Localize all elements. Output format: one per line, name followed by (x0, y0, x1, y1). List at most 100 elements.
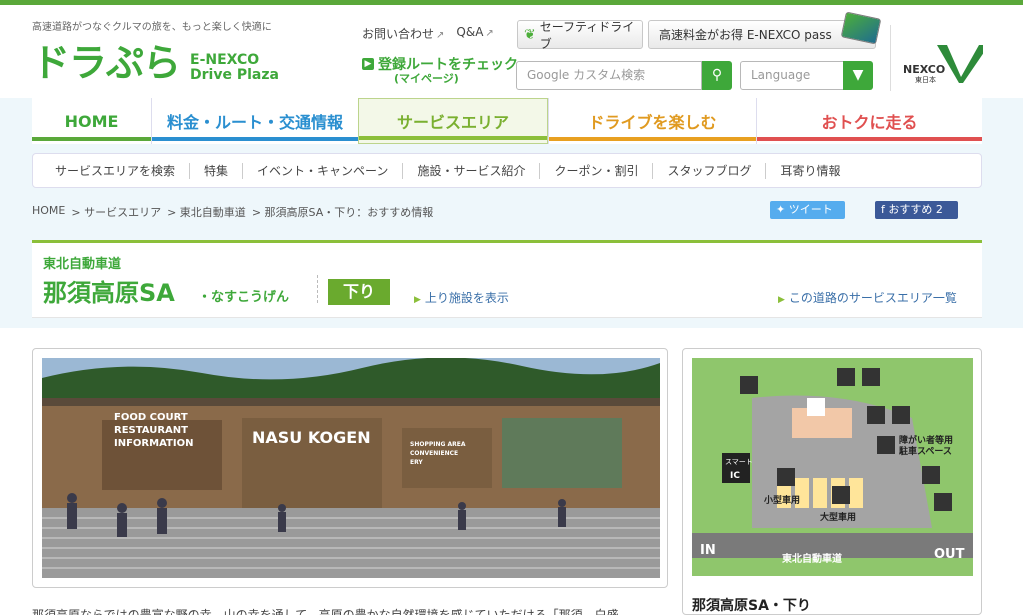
facebook-like-button[interactable]: f おすすめ 2 (875, 201, 958, 219)
tab-home[interactable]: HOME (32, 98, 151, 144)
map-label-road: 東北自動車道 (782, 552, 842, 565)
search-input[interactable]: Google カスタム検索 (516, 61, 702, 90)
tab-home-label: HOME (64, 111, 119, 131)
breadcrumb-home[interactable]: HOME (32, 204, 65, 220)
route-check-sub: (マイページ) (394, 72, 459, 85)
safety-drive-label: セーフティドライブ (539, 19, 635, 51)
logo-jp: ドラぷら (32, 41, 181, 85)
map-label-out: OUT (934, 547, 965, 562)
route-check-label: 登録ルートをチェック (378, 57, 518, 73)
road-sa-list-link[interactable]: ▶ この道路のサービスエリア一覧 (778, 289, 957, 306)
twitter-icon: ✦ (776, 203, 789, 216)
tab-underline (757, 137, 982, 141)
tab-fare-label: 料金・ルート・交通情報 (166, 113, 343, 132)
arrow-down-icon: ▼ (852, 67, 864, 83)
sa-facility-map[interactable]: 障がい者等用 駐車スペース 小型車用 大型車用 スマート IC IN OUT 東… (692, 358, 973, 576)
map-label-large: 大型車用 (820, 511, 856, 523)
sign-main: NASU KOGEN (252, 428, 371, 447)
sprout-icon: ❦ (524, 26, 536, 43)
logo-en-line2: Drive Plaza (190, 67, 279, 83)
safety-drive-button[interactable]: ❦ セーフティドライブ (517, 19, 643, 51)
logo-en: E-NEXCO Drive Plaza (190, 53, 279, 83)
sign-left-1: FOOD COURT (114, 412, 188, 423)
external-link-icon: ↗ (485, 28, 494, 39)
triangle-right-icon: ▶ (414, 295, 421, 305)
qa-link[interactable]: Q&A ↗ (456, 25, 493, 42)
sa-description: 那須高原ならではの豊富な野の幸、山の幸を通して、高原の豊かな自然環境を感じていた… (32, 608, 619, 615)
nexco-pass-label: 高速料金がお得 E-NEXCO pass (659, 28, 832, 42)
nexco-pass-button[interactable]: 高速料金がお得 E-NEXCO pass (648, 11, 882, 49)
contact-link[interactable]: お問い合わせ ↗ (362, 25, 444, 42)
show-up-facility-link[interactable]: ▶ 上り施設を表示 (414, 289, 509, 306)
map-label-smart: スマート (725, 458, 753, 466)
map-label-in: IN (700, 543, 716, 558)
map-label-ic: IC (730, 471, 740, 481)
arrow-right-icon: ▶ (362, 58, 374, 70)
sa-building-image: NASU KOGEN FOOD COURT RESTAURANT INFORMA… (42, 358, 660, 578)
tab-discount[interactable]: おトクに走る (756, 98, 982, 144)
direction-badge: 下り (328, 279, 390, 305)
subnav-item-staff-blog[interactable]: スタッフブログ (653, 162, 767, 179)
sign-right-1: SHOPPING AREA (410, 441, 466, 448)
map-label-disabled-2: 駐車スペース (899, 445, 952, 457)
fb-label: おすすめ 2 (888, 203, 943, 216)
tab-discount-label: おトクに走る (821, 113, 918, 132)
sa-title-bar: 東北自動車道 那須高原SA ・なすこうげん 下り ▶ 上り施設を表示 ▶ この道路の… (32, 240, 982, 318)
subnav-item-events[interactable]: イベント・キャンペーン (243, 162, 404, 179)
sa-photo-card: NASU KOGEN FOOD COURT RESTAURANT INFORMA… (32, 348, 668, 588)
language-dropdown-button[interactable]: ▼ (843, 61, 873, 90)
utility-links: お問い合わせ ↗ Q&A ↗ (362, 25, 494, 42)
subnav-item-coupons[interactable]: クーポン・割引 (540, 162, 654, 179)
search-button[interactable]: ⚲ (702, 61, 732, 90)
tweet-button[interactable]: ✦ ツイート (770, 201, 845, 219)
site-logo[interactable]: ドラぷら E-NEXCO Drive Plaza (32, 43, 279, 83)
tab-underline (549, 137, 756, 141)
site-header: 高速道路がつなぐクルマの旅を、もっと楽しく快適に ドラぷら E-NEXCO Dr… (0, 5, 1023, 98)
nexco-logo[interactable]: NEXCO 東日本 (890, 25, 990, 91)
tab-fare-route-traffic[interactable]: 料金・ルート・交通情報 (151, 98, 358, 144)
sa-name: 那須高原SA (43, 279, 175, 307)
subnav-item-feature[interactable]: 特集 (190, 162, 244, 179)
tab-service-area[interactable]: サービスエリア (358, 98, 548, 144)
sign-right-2: CONVENIENCE (410, 450, 458, 457)
sa-photo: NASU KOGEN FOOD COURT RESTAURANT INFORMA… (42, 358, 660, 578)
link-list-label: この道路のサービスエリア一覧 (788, 291, 957, 305)
tab-service-area-label: サービスエリア (396, 113, 509, 132)
map-label-disabled: 障がい者等用 (899, 434, 953, 446)
road-name: 東北自動車道 (43, 257, 122, 272)
tab-underline (359, 136, 547, 140)
breadcrumb-service-area[interactable]: > サービスエリア (71, 204, 161, 220)
tab-underline (152, 137, 358, 141)
tab-underline (32, 137, 151, 141)
sign-right-3: ERY (410, 459, 423, 466)
breadcrumb: HOME > サービスエリア > 東北自動車道 > 那須高原SA・下り：おすすめ… (32, 204, 433, 220)
nexco-sub: 東日本 (915, 76, 936, 84)
sa-kana: ・なすこうげん (198, 290, 290, 305)
sub-nav: サービスエリアを検索 特集 イベント・キャンペーン 施設・サービス紹介 クーポン… (32, 153, 982, 188)
link-up-label: 上り施設を表示 (424, 291, 509, 305)
facility-map-image: 障がい者等用 駐車スペース 小型車用 大型車用 スマート IC IN OUT 東… (692, 358, 973, 576)
language-select[interactable]: Language (740, 61, 844, 90)
tab-enjoy-label: ドライブを楽しむ (588, 113, 717, 132)
title-divider (317, 275, 318, 303)
external-link-icon: ↗ (436, 30, 445, 41)
subnav-item-news[interactable]: 耳寄り情報 (766, 163, 854, 179)
main-nav: HOME 料金・ルート・交通情報 サービスエリア ドライブを楽しむ おトクに走る (32, 98, 982, 144)
triangle-right-icon: ▶ (778, 295, 785, 305)
route-check-link[interactable]: ▶ 登録ルートをチェック (マイページ) (362, 58, 518, 86)
search-icon: ⚲ (711, 67, 723, 83)
subnav-item-search[interactable]: サービスエリアを検索 (41, 162, 191, 179)
subnav-item-facilities[interactable]: 施設・サービス紹介 (403, 162, 541, 179)
contact-label: お問い合わせ (362, 27, 435, 41)
logo-en-line1: E-NEXCO (190, 52, 260, 68)
tagline: 高速道路がつなぐクルマの旅を、もっと楽しく快適に (32, 22, 272, 33)
qa-label: Q&A (456, 25, 484, 39)
sa-map-card: 障がい者等用 駐車スペース 小型車用 大型車用 スマート IC IN OUT 東… (682, 348, 982, 615)
tab-enjoy-drive[interactable]: ドライブを楽しむ (548, 98, 756, 144)
tweet-label: ツイート (788, 203, 833, 216)
breadcrumb-road[interactable]: > 東北自動車道 (167, 204, 246, 220)
pass-card-icon (840, 11, 882, 45)
sign-left-2: RESTAURANT (114, 425, 188, 436)
map-label-small: 小型車用 (763, 494, 800, 506)
map-title: 那須高原SA・下り (692, 598, 811, 614)
